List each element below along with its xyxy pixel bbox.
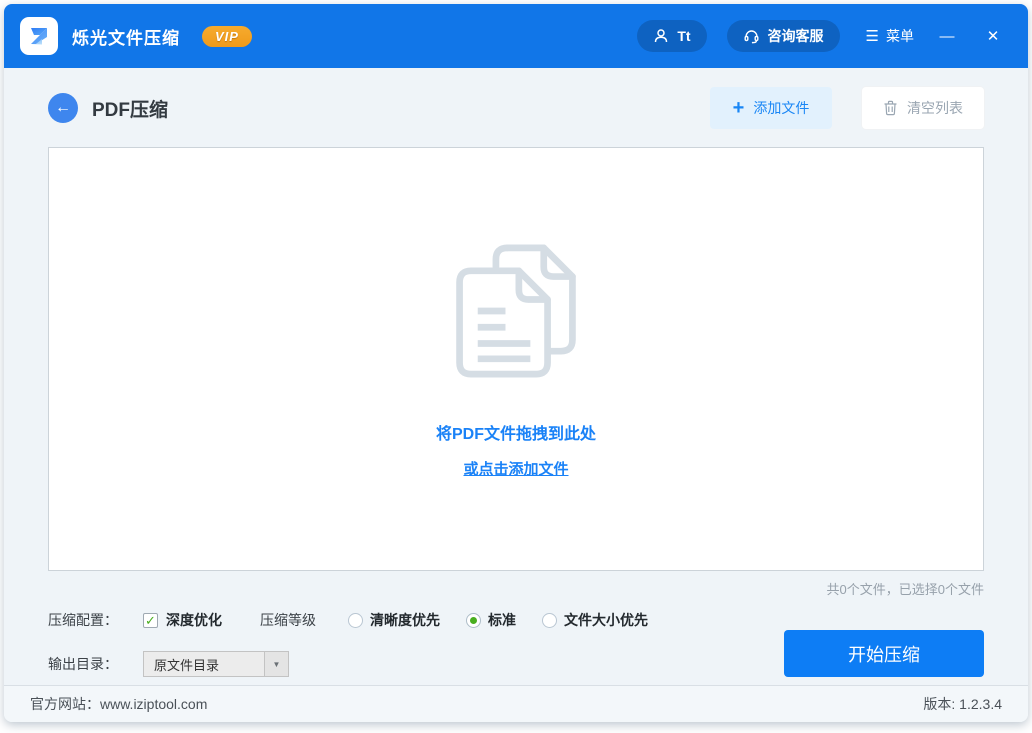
status-bar: 官方网站：www.iziptool.com 版本: 1.2.3.4 [4,685,1028,722]
hamburger-icon: ☰ [865,28,879,45]
menu-button[interactable]: ☰ 菜单 [866,26,914,46]
start-compression-button[interactable]: 开始压缩 [784,630,984,677]
output-directory-select[interactable]: 原文件目录 ▼ [143,651,289,677]
deep-optimize-label: 深度优化 [166,612,222,628]
compression-level-options: 清晰度优先 标准 文件大小优先 [348,610,648,630]
dropdown-arrow-icon[interactable]: ▼ [264,652,288,676]
radio-circle[interactable] [466,612,481,628]
app-logo-icon [20,17,58,55]
plus-icon: + [732,97,745,119]
trash-icon [884,100,897,116]
compression-config-row: 压缩配置： ✓ 深度优化 压缩等级 清晰度优先 标准 文件大小优先 [48,608,984,632]
official-website: 官方网站：www.iziptool.com [30,696,208,712]
output-directory-value: 原文件目录 [154,657,220,673]
click-to-add-link[interactable]: 或点击添加文件 [463,458,568,479]
settings-area: 压缩配置： ✓ 深度优化 压缩等级 清晰度优先 标准 文件大小优先 输出目录： … [48,608,984,677]
radio-circle[interactable] [348,612,363,628]
close-button[interactable]: ✕ [980,27,1006,45]
radio-standard[interactable]: 标准 [466,610,516,630]
clear-list-label: 清空列表 [907,100,963,116]
app-window: 烁光文件压缩 VIP Tt 咨询客服 ☰ 菜单 — ✕ ← PDF压缩 + 添加… [4,4,1028,722]
radio-label: 文件大小优先 [564,612,648,628]
headset-icon [744,29,759,43]
user-account-button[interactable]: Tt [637,20,707,52]
add-files-button[interactable]: + 添加文件 [710,87,832,129]
radio-clarity-first[interactable]: 清晰度优先 [348,610,440,630]
clear-list-button[interactable]: 清空列表 [862,87,984,129]
radio-circle[interactable] [542,612,557,628]
page-header-row: ← PDF压缩 + 添加文件 清空列表 [48,87,984,129]
version-label: 版本: 1.2.3.4 [923,696,1002,712]
radio-label: 标准 [488,612,516,628]
user-name: Tt [677,28,691,44]
radio-size-first[interactable]: 文件大小优先 [542,610,648,630]
checkbox-box[interactable]: ✓ [143,612,158,628]
app-title: 烁光文件压缩 [72,28,180,48]
minimize-button[interactable]: — [934,28,960,45]
z-logo-glyph [31,28,47,45]
back-button[interactable]: ← [48,93,78,123]
level-label: 压缩等级 [260,612,316,628]
file-drop-zone[interactable]: 将PDF文件拖拽到此处 或点击添加文件 [48,147,984,571]
documents-icon [456,244,576,377]
menu-label: 菜单 [886,28,914,44]
config-label: 压缩配置： [48,612,118,628]
page-title: PDF压缩 [92,99,169,121]
main-content: ← PDF压缩 + 添加文件 清空列表 将PDF文件拖拽到此处 或点击添加文件 … [4,68,1028,685]
check-icon: ✓ [145,612,156,628]
drop-hint-text: 将PDF文件拖拽到此处 [435,425,596,443]
user-icon [655,29,668,43]
vip-badge[interactable]: VIP [202,25,252,47]
output-label: 输出目录： [48,656,118,672]
radio-label: 清晰度优先 [370,612,440,628]
add-files-label: 添加文件 [753,100,810,116]
file-count-status: 共0个文件，已选择0个文件 [826,582,984,597]
deep-optimize-checkbox[interactable]: ✓ 深度优化 [143,610,222,630]
customer-support-button[interactable]: 咨询客服 [726,20,840,52]
title-bar: 烁光文件压缩 VIP Tt 咨询客服 ☰ 菜单 — ✕ [4,4,1028,68]
support-label: 咨询客服 [767,28,824,44]
